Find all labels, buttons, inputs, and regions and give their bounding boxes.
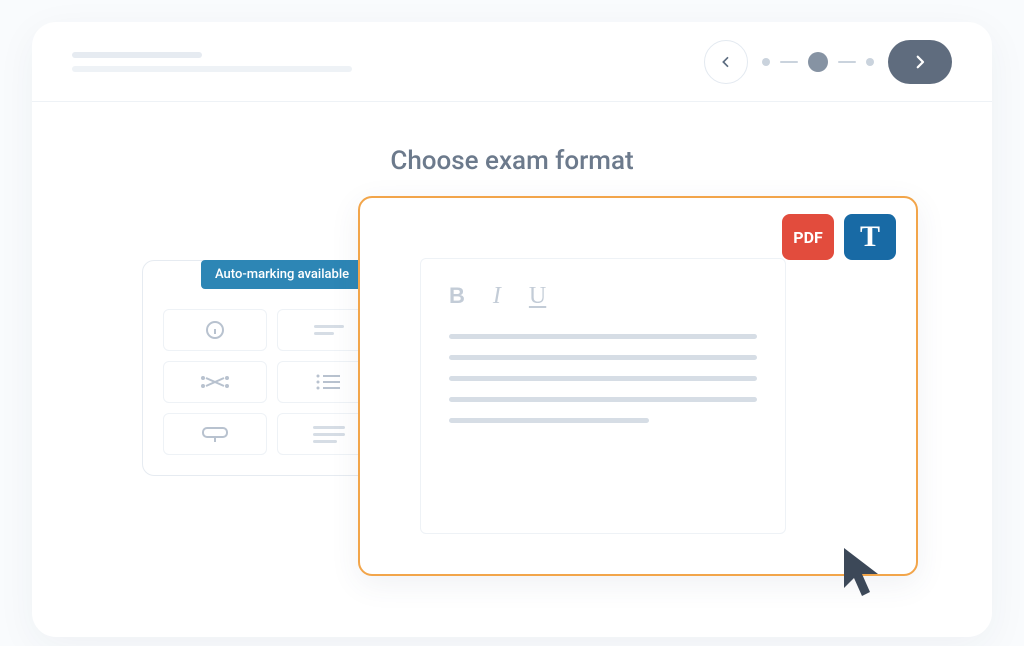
option-match[interactable]: [163, 361, 267, 403]
match-icon: [198, 370, 232, 394]
option-info[interactable]: [163, 309, 267, 351]
italic-button[interactable]: I: [493, 283, 501, 310]
option-label[interactable]: [163, 413, 267, 455]
question-type-grid: [163, 309, 381, 455]
editor-format-card[interactable]: PDF T B I U: [358, 196, 918, 576]
page-title: Choose exam format: [32, 146, 992, 176]
bullet-list-icon: [312, 370, 346, 394]
step-dots: [762, 52, 874, 72]
underline-button[interactable]: U: [529, 283, 546, 310]
format-toolbar: B I U: [449, 283, 757, 310]
chevron-left-icon: [718, 54, 734, 70]
next-step-button[interactable]: [888, 40, 952, 84]
breadcrumb-placeholder: [72, 52, 392, 72]
cursor-icon: [840, 546, 884, 600]
step-navigator: [704, 40, 952, 84]
paragraph-placeholder: [449, 334, 757, 423]
step-dot-current: [808, 52, 828, 72]
pdf-badge[interactable]: PDF: [782, 214, 834, 260]
bold-button[interactable]: B: [449, 283, 465, 310]
auto-marking-badge: Auto-marking available: [201, 260, 363, 289]
label-icon: [198, 422, 232, 446]
step-dot: [762, 58, 770, 66]
prev-step-button[interactable]: [704, 40, 748, 84]
chevron-right-icon: [911, 53, 929, 71]
text-badge[interactable]: T: [844, 214, 896, 260]
info-bubble-icon: [198, 318, 232, 342]
step-dot: [866, 58, 874, 66]
editor-preview: B I U: [420, 258, 786, 534]
top-bar: [32, 22, 992, 102]
